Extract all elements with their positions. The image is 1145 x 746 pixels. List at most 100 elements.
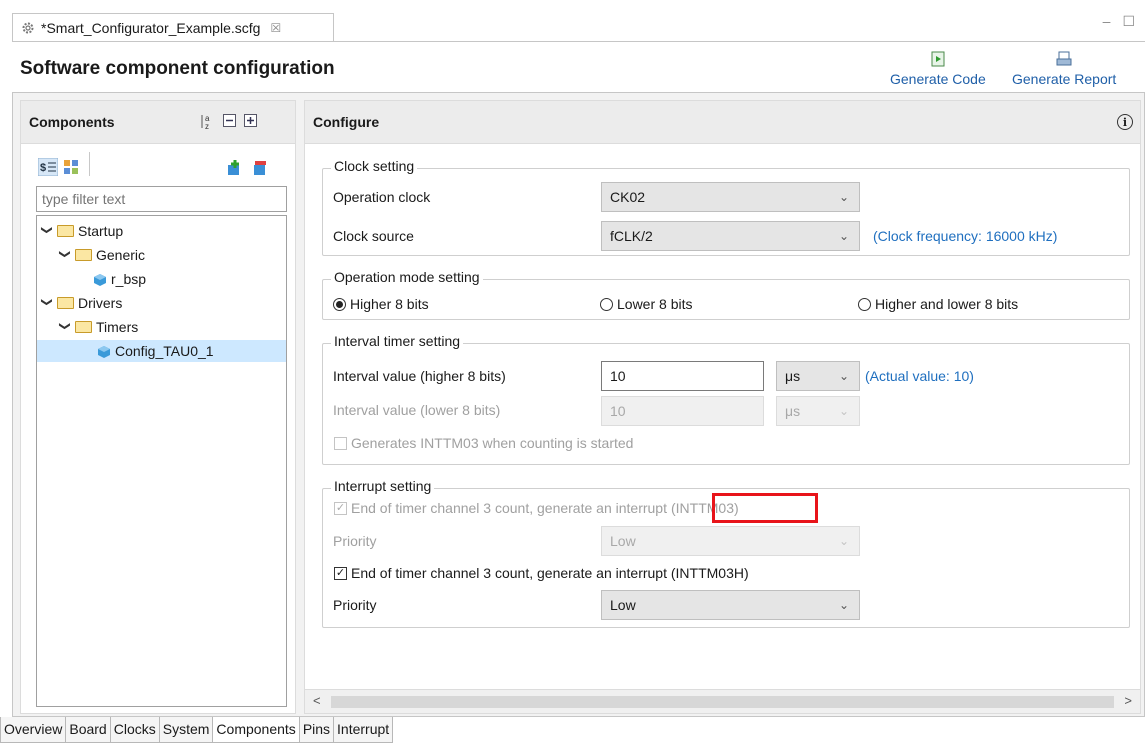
interval-lower-unit: μs [785, 403, 801, 419]
svg-text:z: z [205, 122, 209, 131]
clock-frequency-note: (Clock frequency: 16000 kHz) [873, 228, 1058, 244]
interval-higher-label: Interval value (higher 8 bits) [333, 368, 506, 384]
priority-2-label: Priority [333, 597, 377, 613]
editor-tab-title: *Smart_Configurator_Example.scfg [41, 19, 261, 36]
generate-on-start-checkbox: Generates INTTM03 when counting is start… [334, 435, 633, 451]
configure-header: Configure [304, 100, 1141, 144]
tree-item-label: Generic [96, 247, 146, 263]
interval-lower-value: 10 [610, 403, 626, 419]
tab-board[interactable]: Board [65, 717, 111, 743]
radio-higher-8-bits[interactable]: Higher 8 bits [333, 296, 429, 312]
generate-code-button[interactable]: Generate Code [890, 50, 986, 87]
operation-clock-value: CK02 [610, 189, 646, 205]
radio-button[interactable] [600, 297, 613, 311]
chevron-down-icon: ⌄ [838, 534, 849, 548]
folder-icon [75, 249, 92, 261]
view-divider [89, 152, 90, 176]
tree-item-label: r_bsp [111, 271, 147, 287]
remove-component-icon[interactable] [252, 160, 268, 179]
generate-report-icon [1056, 50, 1072, 68]
info-icon[interactable]: i [1117, 114, 1133, 130]
clock-source-value: fCLK/2 [610, 228, 653, 244]
chevron-down-icon[interactable]: ❯ [59, 249, 72, 261]
tree-item-label: Startup [78, 223, 124, 239]
generate-report-label: Generate Report [1012, 71, 1117, 87]
check-icon: ✓ [334, 501, 347, 515]
tree-item-label: Timers [96, 319, 139, 335]
component-tree[interactable]: ❯ Startup ❯ Generic r_bsp ❯ Drivers ❯ Ti… [36, 215, 287, 707]
gear-icon [22, 22, 34, 33]
highlight-box [712, 493, 818, 523]
tree-item-startup[interactable]: ❯ Startup [41, 220, 124, 242]
interval-lower-unit-select: μs ⌄ [776, 396, 860, 426]
check-icon[interactable]: ✓ [334, 566, 347, 580]
generate-code-label: Generate Code [890, 71, 986, 87]
page-title: Software component configuration [20, 58, 335, 79]
interval-higher-unit: μs [785, 368, 801, 384]
tree-item-label: Config_TAU0_1 [115, 343, 214, 359]
hardware-view-icon[interactable] [62, 158, 82, 179]
interrupt-setting-legend: Interrupt setting [331, 478, 435, 494]
priority-2-select[interactable]: Low ⌄ [601, 590, 860, 620]
editor-tab[interactable]: *Smart_Configurator_Example.scfg ☒ [12, 13, 334, 41]
checkbox [334, 436, 347, 450]
chevron-down-icon: ⌄ [838, 404, 849, 418]
radio-label: Higher and lower 8 bits [875, 296, 1019, 312]
tree-item-config-tau0-1[interactable]: Config_TAU0_1 [37, 340, 286, 362]
component-icon [97, 344, 111, 358]
tree-item-generic[interactable]: ❯ Generic [59, 244, 146, 266]
radio-label: Lower 8 bits [617, 296, 693, 312]
operation-clock-label: Operation clock [333, 189, 431, 205]
tab-divider [12, 41, 1145, 42]
tree-item-timers[interactable]: ❯ Timers [59, 316, 139, 338]
priority-2-value: Low [610, 597, 636, 613]
clock-source-label: Clock source [333, 228, 414, 244]
expand-all-icon[interactable] [244, 114, 257, 130]
tab-interrupt[interactable]: Interrupt [333, 717, 394, 743]
clock-source-select[interactable]: fCLK/2 ⌄ [601, 221, 860, 251]
chevron-down-icon[interactable]: ❯ [41, 225, 54, 237]
tree-item-r-bsp[interactable]: r_bsp [93, 268, 146, 290]
operation-clock-select[interactable]: CK02 ⌄ [601, 182, 860, 212]
sort-alpha-icon[interactable]: az [199, 113, 215, 134]
scroll-left-icon[interactable]: < [313, 693, 321, 708]
actual-value-note: (Actual value: 10) [865, 368, 974, 384]
tab-components[interactable]: Components [212, 717, 300, 743]
radio-higher-and-lower-8-bits[interactable]: Higher and lower 8 bits [858, 296, 1018, 312]
filter-input[interactable] [36, 186, 287, 212]
bottom-tab-bar: Overview Board Clocks System Components … [0, 717, 394, 746]
horizontal-scrollbar[interactable]: < > [304, 690, 1141, 714]
generate-report-button[interactable]: Generate Report [1012, 50, 1116, 87]
add-component-icon[interactable] [226, 160, 242, 179]
chevron-down-icon: ⌄ [838, 229, 849, 243]
collapse-all-icon[interactable] [223, 114, 236, 130]
priority-1-label: Priority [333, 533, 377, 549]
interval-higher-input[interactable]: 10 [601, 361, 764, 391]
interval-higher-unit-select[interactable]: μs ⌄ [776, 361, 860, 391]
folder-icon [75, 321, 92, 333]
operation-mode-legend: Operation mode setting [331, 269, 483, 285]
inttm03-checkbox: ✓ End of timer channel 3 count, generate… [334, 500, 739, 516]
close-icon[interactable]: ☒ [270, 21, 281, 35]
inttm03h-label: End of timer channel 3 count, generate a… [351, 565, 749, 581]
minimize-icon[interactable]: – [1103, 13, 1111, 30]
radio-label: Higher 8 bits [350, 296, 429, 312]
components-header: Components az [20, 100, 296, 144]
tab-system[interactable]: System [158, 717, 214, 743]
chevron-down-icon[interactable]: ❯ [41, 297, 54, 309]
scroll-right-icon[interactable]: > [1124, 693, 1132, 708]
inttm03h-checkbox[interactable]: ✓ End of timer channel 3 count, generate… [334, 565, 749, 581]
maximize-icon[interactable]: ☐ [1122, 13, 1135, 30]
components-title: Components [29, 114, 115, 130]
component-view-icon[interactable]: $ [37, 157, 59, 179]
tree-item-drivers[interactable]: ❯ Drivers [41, 292, 123, 314]
tab-overview[interactable]: Overview [0, 717, 67, 743]
radio-lower-8-bits[interactable]: Lower 8 bits [600, 296, 692, 312]
folder-icon [57, 225, 74, 237]
tab-pins[interactable]: Pins [298, 717, 335, 743]
radio-button[interactable] [858, 297, 871, 311]
radio-button[interactable] [333, 297, 346, 311]
scrollbar-thumb[interactable] [331, 696, 1114, 708]
tab-clocks[interactable]: Clocks [109, 717, 160, 743]
chevron-down-icon[interactable]: ❯ [59, 321, 72, 333]
